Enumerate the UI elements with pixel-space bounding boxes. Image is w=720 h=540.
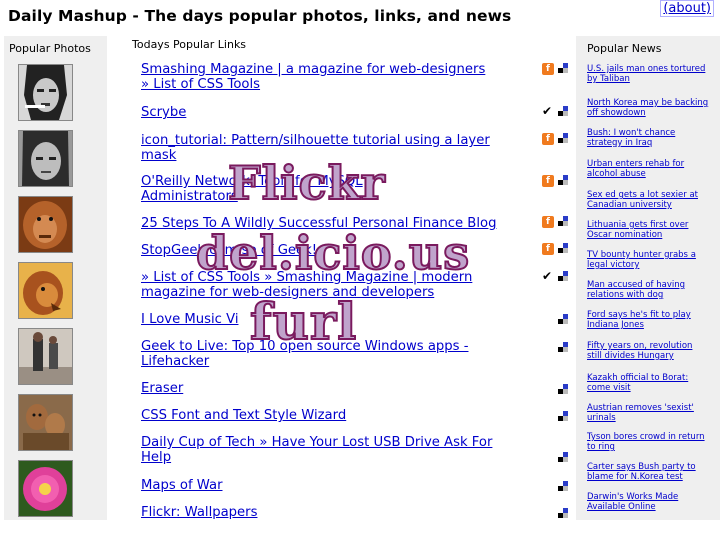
flickr-f-badge-icon: f: [542, 133, 554, 145]
delicious-squares-icon: [558, 133, 568, 143]
popular-photos-heading: Popular Photos: [9, 42, 91, 55]
news-item[interactable]: Man accused of having relations with dog: [587, 280, 717, 300]
delicious-squares-icon: [558, 106, 568, 116]
news-item[interactable]: Carter says Bush party to blame for N.Ko…: [587, 462, 717, 482]
news-item[interactable]: Austrian removes 'sexist' urinals: [587, 403, 717, 423]
flickr-f-badge-icon: f: [542, 216, 554, 228]
link-item[interactable]: Scrybe: [141, 105, 541, 120]
link-item[interactable]: Maps of War: [141, 478, 541, 493]
site-title: Daily Mashup - The days popular photos, …: [8, 7, 512, 25]
popular-news-column: Popular News U.S. jails man ones torture…: [576, 36, 720, 520]
photo-thumbnail[interactable]: [18, 262, 73, 319]
link-item[interactable]: Flickr: Wallpapers: [141, 505, 541, 520]
popular-links-heading: Todays Popular Links: [132, 38, 247, 51]
delicious-squares-icon: [558, 508, 568, 518]
link-item[interactable]: Smashing Magazine | a magazine for web-d…: [141, 62, 541, 92]
news-item[interactable]: Darwin's Works Made Available Online: [587, 492, 717, 512]
news-item[interactable]: Sex ed gets a lot sexier at Canadian uni…: [587, 190, 717, 210]
news-item[interactable]: Kazakh official to Borat: come visit: [587, 373, 717, 393]
flickr-overlay-text: Flickr: [227, 155, 386, 211]
delicious-squares-icon: [558, 271, 568, 281]
delicious-squares-icon: [558, 243, 568, 253]
link-item[interactable]: CSS Font and Text Style Wizard: [141, 408, 541, 423]
delicious-squares-icon: [558, 314, 568, 324]
link-item[interactable]: Eraser: [141, 381, 541, 396]
checkmark-icon: ✔: [542, 269, 553, 283]
news-item[interactable]: Fifty years on, revolution still divides…: [587, 341, 717, 361]
delicious-squares-icon: [558, 175, 568, 185]
news-item[interactable]: North Korea may be backing off showdown: [587, 98, 717, 118]
news-item[interactable]: Ford says he's fit to play Indiana Jones: [587, 310, 717, 330]
flickr-f-badge-icon: f: [542, 243, 554, 255]
photo-thumbnail[interactable]: [18, 460, 73, 517]
delicious-overlay-text: del.icio.us: [195, 225, 471, 281]
popular-photos-column: Popular Photos: [4, 36, 107, 520]
flickr-f-badge-icon: f: [542, 175, 554, 187]
news-item[interactable]: Bush: I won't chance strategy in Iraq: [587, 128, 717, 148]
delicious-squares-icon: [558, 481, 568, 491]
news-item[interactable]: Lithuania gets first over Oscar nominati…: [587, 220, 717, 240]
delicious-squares-icon: [558, 411, 568, 421]
popular-news-heading: Popular News: [587, 42, 662, 55]
flickr-f-badge-icon: f: [542, 63, 554, 75]
news-item[interactable]: TV bounty hunter grabs a legal victory: [587, 250, 717, 270]
delicious-squares-icon: [558, 452, 568, 462]
news-item[interactable]: Tyson bores crowd in return to ring: [587, 432, 717, 452]
photo-thumbnail[interactable]: [18, 130, 73, 187]
delicious-squares-icon: [558, 63, 568, 73]
photo-thumbnail[interactable]: [18, 196, 73, 253]
delicious-squares-icon: [558, 342, 568, 352]
about-link[interactable]: (about): [660, 0, 714, 17]
delicious-squares-icon: [558, 384, 568, 394]
link-item[interactable]: Daily Cup of Tech » Have Your Lost USB D…: [141, 435, 541, 465]
furl-overlay-text: furl: [249, 291, 358, 352]
photo-thumbnail[interactable]: [18, 394, 73, 451]
photo-thumbnail[interactable]: [18, 64, 73, 121]
popular-links-column: Smashing Magazine | a magazine for web-d…: [128, 54, 574, 520]
delicious-squares-icon: [558, 216, 568, 226]
photo-thumbnail[interactable]: [18, 328, 73, 385]
checkmark-icon: ✔: [542, 104, 553, 118]
news-item[interactable]: U.S. jails man ones tortured by Taliban: [587, 64, 717, 84]
news-item[interactable]: Urban enters rehab for alcohol abuse: [587, 159, 717, 179]
